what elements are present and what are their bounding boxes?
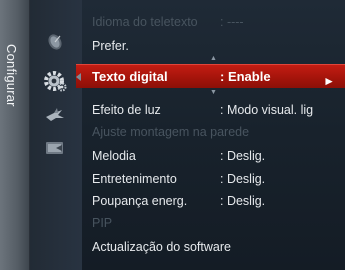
menu-item-software-update[interactable]: Actualização do software xyxy=(82,236,345,258)
menu-item-label: Idioma do teletexto xyxy=(92,15,198,29)
menu-item-value: : Modo visual. lig xyxy=(220,103,314,117)
menu-item-light-effect[interactable]: Efeito de luz : Modo visual. lig xyxy=(82,99,345,121)
category-tab[interactable]: Configurar xyxy=(0,0,30,270)
menu-item-label: Ajuste montagem na parede xyxy=(92,125,250,139)
input-source-icon[interactable] xyxy=(44,137,66,159)
menu-item-label: Melodia xyxy=(92,149,136,163)
menu-item-energy-saving[interactable]: Poupança energ. : Deslig. xyxy=(82,190,345,212)
menu-item-label: PIP xyxy=(92,216,113,230)
settings-menu-list: Idioma do teletexto : ---- Prefer. ▲ Tex… xyxy=(76,0,345,270)
scroll-down-icon: ▼ xyxy=(210,89,217,96)
category-icon-column xyxy=(30,0,82,270)
scroll-up-icon: ▲ xyxy=(210,55,217,62)
menu-item-value: : Deslig. xyxy=(220,149,266,163)
chevron-right-icon[interactable]: ► xyxy=(323,69,335,93)
category-tab-label: Configurar xyxy=(4,44,19,107)
satellite-dish-icon[interactable] xyxy=(44,30,66,52)
menu-item-label: Efeito de luz xyxy=(92,103,161,117)
menu-item-digital-text[interactable]: Texto digital : Enable ► xyxy=(76,64,345,88)
selection-pointer-icon xyxy=(76,73,81,81)
menu-item-pip: PIP xyxy=(82,212,345,234)
menu-item-label: Prefer. xyxy=(92,39,129,53)
menu-item-preferences[interactable]: Prefer. xyxy=(82,35,345,57)
menu-item-wall-mount: Ajuste montagem na parede xyxy=(82,121,345,143)
menu-item-entertainment[interactable]: Entretenimento : Deslig. xyxy=(82,168,345,190)
menu-item-label: Actualização do software xyxy=(92,240,231,254)
menu-item-melody[interactable]: Melodia : Deslig. xyxy=(82,145,345,167)
gear-settings-icon[interactable] xyxy=(42,68,68,94)
menu-item-value: : Enable xyxy=(220,69,271,84)
menu-item-value: : ---- xyxy=(220,15,244,29)
menu-item-label: Entretenimento xyxy=(92,172,177,186)
menu-item-value: : Deslig. xyxy=(220,194,266,208)
menu-item-teletext-language: Idioma do teletexto : ---- xyxy=(82,11,345,33)
menu-item-label: Poupança energ. xyxy=(92,194,188,208)
menu-item-label: Texto digital xyxy=(92,69,168,84)
tv-osd-menu: Configurar Idioma do teletexto: ---- Pr… xyxy=(0,0,345,270)
menu-item-value: : Deslig. xyxy=(220,172,266,186)
bird-antenna-icon[interactable] xyxy=(44,104,66,126)
